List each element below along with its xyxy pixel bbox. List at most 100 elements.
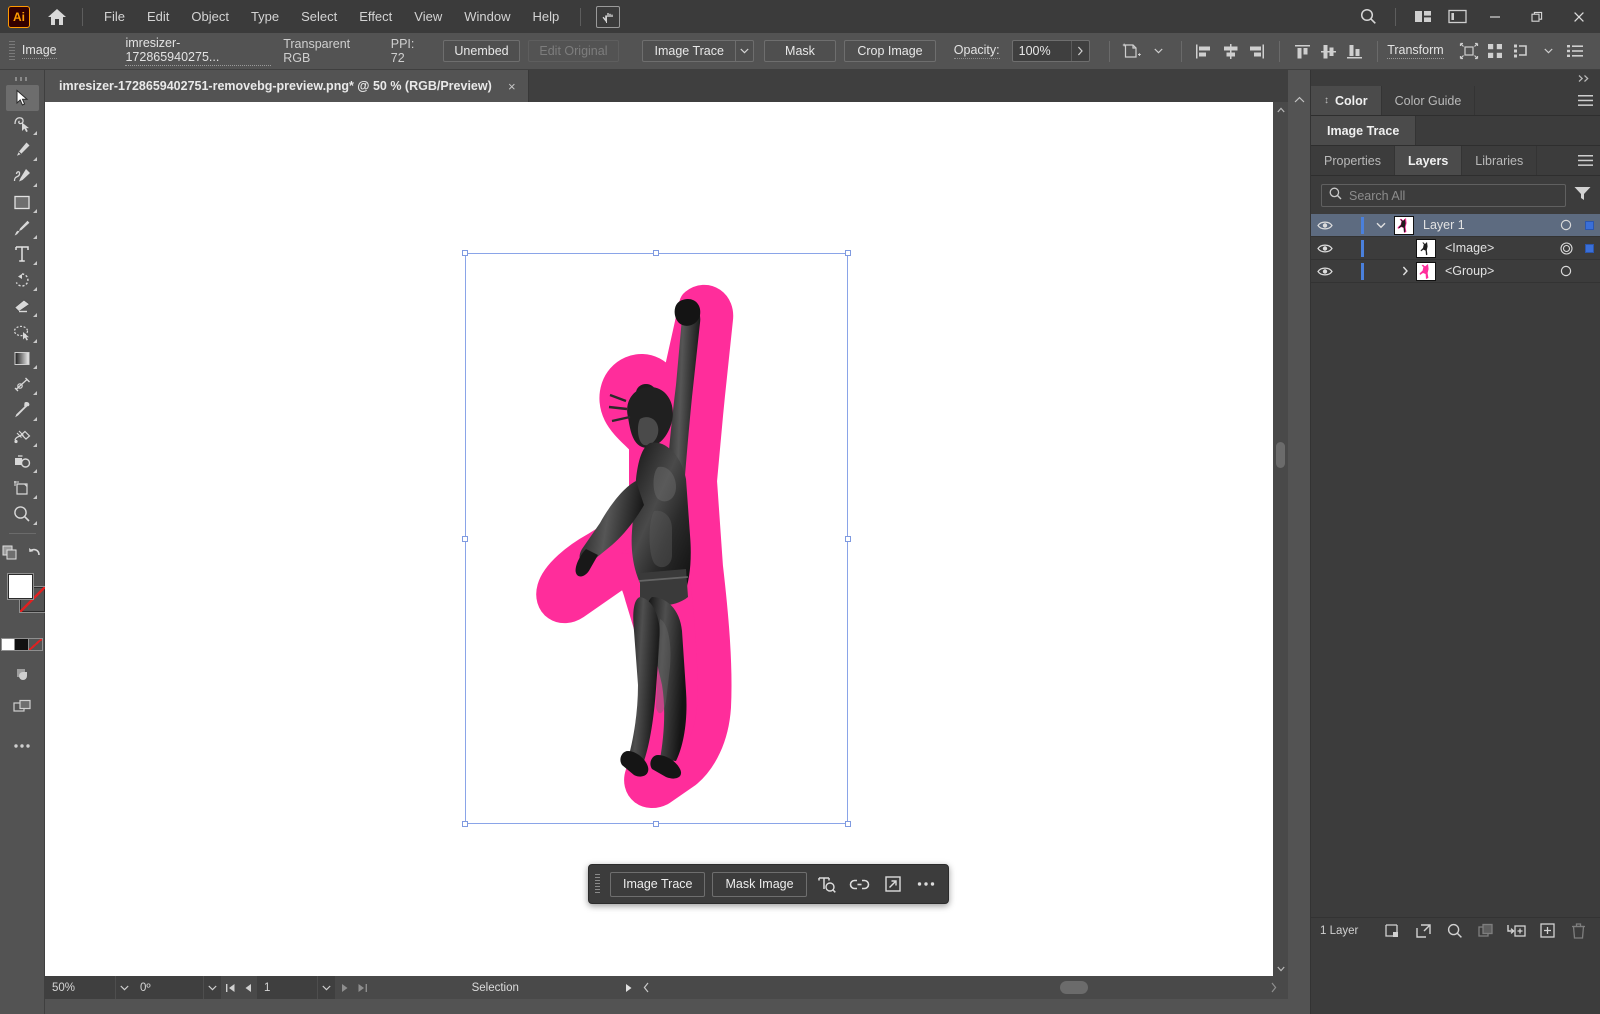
shaper-tool[interactable] [6,319,39,345]
touch-workspace-icon[interactable] [591,0,625,33]
arrange-objects-icon[interactable] [0,540,20,566]
image-trace-split-button[interactable]: Image Trace [642,40,754,62]
eyedropper-tool[interactable] [6,397,39,423]
search-layers-icon[interactable] [1440,919,1469,943]
tools-panel-grip[interactable] [0,70,44,85]
target-double-circle-icon[interactable] [1554,241,1578,255]
canvas-vertical-scrollbar[interactable] [1273,102,1288,976]
align-chevron-down-icon[interactable] [1535,39,1561,63]
previous-artboard-icon[interactable] [239,976,257,999]
status-expand-icon[interactable] [1264,976,1282,999]
visibility-eye-icon[interactable] [1311,243,1339,254]
tab-properties[interactable]: Properties [1311,146,1395,175]
disclosure-chevron-down-icon[interactable] [1368,222,1394,229]
tab-image-trace[interactable]: Image Trace [1311,116,1417,145]
distribute-spacing-icon[interactable] [1482,39,1508,63]
linked-filename-link[interactable]: imresizer-172865940275... [125,36,272,66]
new-sublayer-icon[interactable] [1502,919,1531,943]
transform-link[interactable]: Transform [1387,43,1444,59]
free-transform-tool[interactable] [6,423,39,449]
window-minimize-button[interactable] [1474,0,1516,33]
selection-handle-top-center[interactable] [653,250,659,256]
selection-tool[interactable] [5,85,39,111]
more-tools-ellipsis-icon[interactable] [6,733,39,759]
rotation-chevron-down-icon[interactable] [203,976,221,999]
home-icon[interactable] [42,4,72,30]
selection-handle-bottom-left[interactable] [462,821,468,827]
filter-icon[interactable] [1574,186,1591,206]
menu-file[interactable]: File [93,4,136,29]
layers-panel-menu-icon[interactable] [1570,146,1600,175]
gradient-tool[interactable] [6,345,39,371]
artboard-canvas[interactable]: Image Trace Mask Image [45,102,1273,976]
align-horizontal-center-icon[interactable] [1217,39,1243,63]
tab-color[interactable]: ↕ Color [1311,86,1382,115]
search-icon[interactable] [1351,0,1385,33]
width-tool[interactable] [6,371,39,397]
menu-object[interactable]: Object [180,4,240,29]
disclosure-chevron-right-icon[interactable] [1394,266,1416,276]
rotate-tool[interactable] [6,267,39,293]
horizontal-scroll-thumb[interactable] [1059,981,1088,994]
eraser-tool[interactable] [6,293,39,319]
arrange-documents-icon[interactable] [1406,0,1440,33]
window-close-button[interactable] [1558,0,1600,33]
opacity-input[interactable] [1012,41,1071,61]
scroll-up-icon[interactable] [1273,102,1288,117]
zoom-tool[interactable] [6,501,39,527]
panel-layout-icon[interactable] [1440,0,1474,33]
align-bottom-icon[interactable] [1342,39,1368,63]
opacity-expand-icon[interactable] [1070,41,1089,61]
rectangle-tool[interactable] [6,189,39,215]
link-icon[interactable] [847,871,873,897]
visibility-eye-icon[interactable] [1311,220,1339,231]
panel-drag-handle-icon[interactable]: ↕ [1324,95,1329,106]
menu-select[interactable]: Select [290,4,348,29]
artboard-chevron-down-icon[interactable] [317,976,335,999]
align-to-dropdown-icon[interactable] [1509,39,1535,63]
selection-handle-top-right[interactable] [845,250,851,256]
screen-mode-icon[interactable] [6,693,39,719]
search-input[interactable] [1349,188,1565,203]
selection-handle-middle-right[interactable] [845,536,851,542]
direct-selection-tool[interactable] [6,111,39,137]
scroll-down-icon[interactable] [1273,961,1288,976]
zoom-level-field[interactable]: 50% [45,976,115,999]
search-input-wrapper[interactable] [1321,184,1566,207]
more-options-ellipsis-icon[interactable] [913,871,939,897]
shape-builder-tool[interactable] [6,449,39,475]
selection-handle-bottom-center[interactable] [653,821,659,827]
curvature-tool[interactable] [6,163,39,189]
menu-window[interactable]: Window [453,4,521,29]
selection-indicator[interactable] [1578,220,1600,230]
tab-layers[interactable]: Layers [1394,146,1463,175]
control-bar-grip[interactable] [9,41,15,61]
mask-image-task-button[interactable]: Mask Image [712,871,807,897]
status-text[interactable]: Selection [371,982,620,994]
rail-collapse-chevron-icon[interactable] [1288,96,1310,107]
text-recognition-icon[interactable] [814,871,840,897]
zoom-chevron-down-icon[interactable] [115,976,133,999]
color-panel-menu-icon[interactable] [1570,86,1600,115]
align-right-icon[interactable] [1243,39,1269,63]
type-tool[interactable] [6,241,39,267]
layer-name[interactable]: Layer 1 [1414,218,1554,232]
image-trace-button[interactable]: Image Trace [642,40,736,62]
task-bar-grip[interactable] [595,874,600,894]
image-trace-task-button[interactable]: Image Trace [610,871,706,897]
align-left-icon[interactable] [1191,39,1217,63]
menu-view[interactable]: View [403,4,453,29]
selection-handle-middle-left[interactable] [462,536,468,542]
mask-button[interactable]: Mask [763,40,836,62]
properties-list-icon[interactable] [1562,39,1588,63]
none-swatch-icon[interactable] [29,638,43,651]
release-to-layers-icon[interactable] [1409,919,1438,943]
paintbrush-tool[interactable] [6,215,39,241]
menu-effect[interactable]: Effect [348,4,403,29]
fill-stroke-swatches[interactable] [0,570,45,630]
align-vertical-center-icon[interactable] [1315,39,1341,63]
target-circle-icon[interactable] [1554,265,1578,277]
opacity-field[interactable] [1011,40,1090,62]
visibility-eye-icon[interactable] [1311,266,1339,277]
pen-tool[interactable] [6,137,39,163]
